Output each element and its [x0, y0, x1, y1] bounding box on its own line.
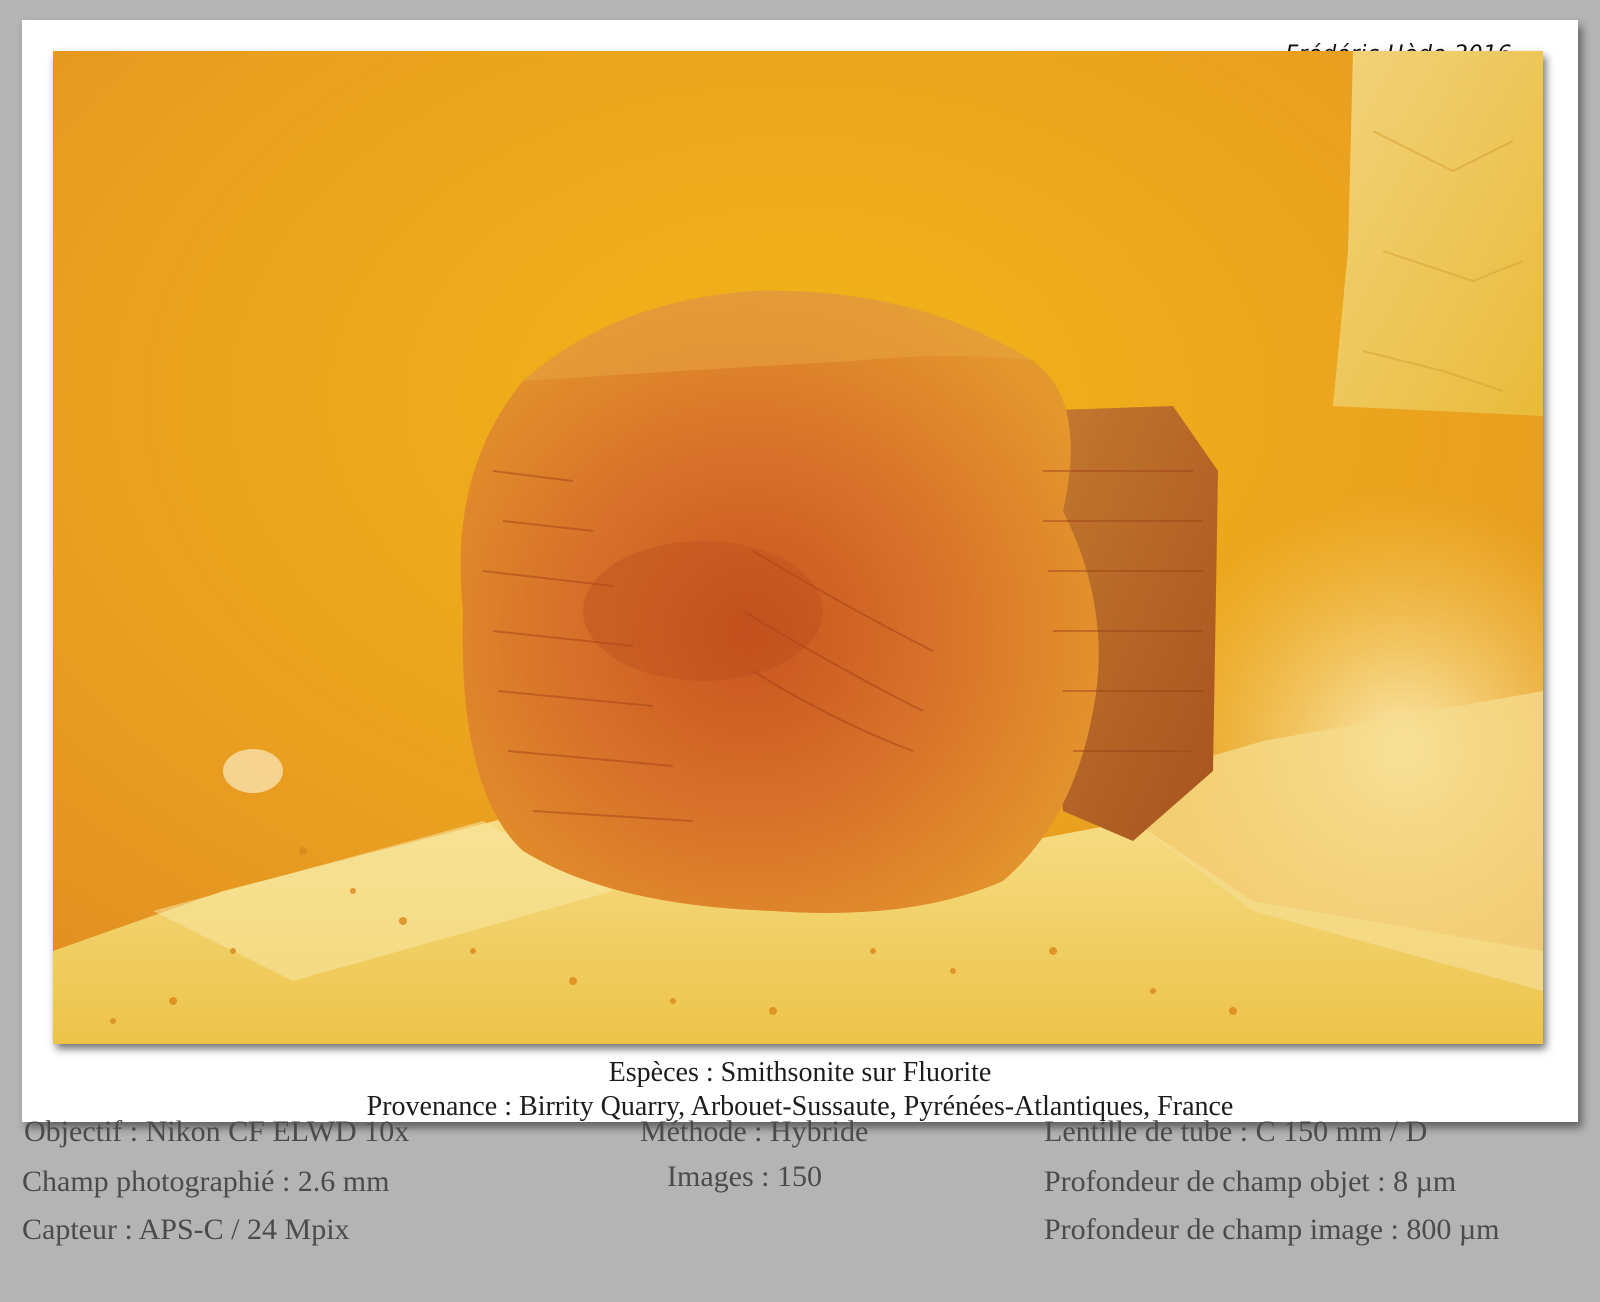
- images-spec: Images : 150: [667, 1160, 822, 1193]
- mineral-photo-image: [53, 51, 1543, 1044]
- objective-spec: Objectif : Nikon CF ELWD 10x: [24, 1115, 410, 1148]
- sensor-spec: Capteur : APS-C / 24 Mpix: [22, 1213, 350, 1246]
- tube-lens-spec: Lentille de tube : C 150 mm / D: [1044, 1115, 1428, 1148]
- image-depth-spec: Profondeur de champ image : 800 µm: [1044, 1213, 1500, 1246]
- field-spec: Champ photographié : 2.6 mm: [22, 1165, 390, 1198]
- object-depth-spec: Profondeur de champ objet : 8 µm: [1044, 1165, 1457, 1198]
- species-caption: Espèces : Smithsonite sur Fluorite: [608, 1057, 992, 1088]
- mineral-photo: [53, 51, 1543, 1044]
- photo-card: Frédéric Hède 2016: [22, 20, 1578, 1122]
- method-spec: Méthode : Hybride: [640, 1115, 869, 1148]
